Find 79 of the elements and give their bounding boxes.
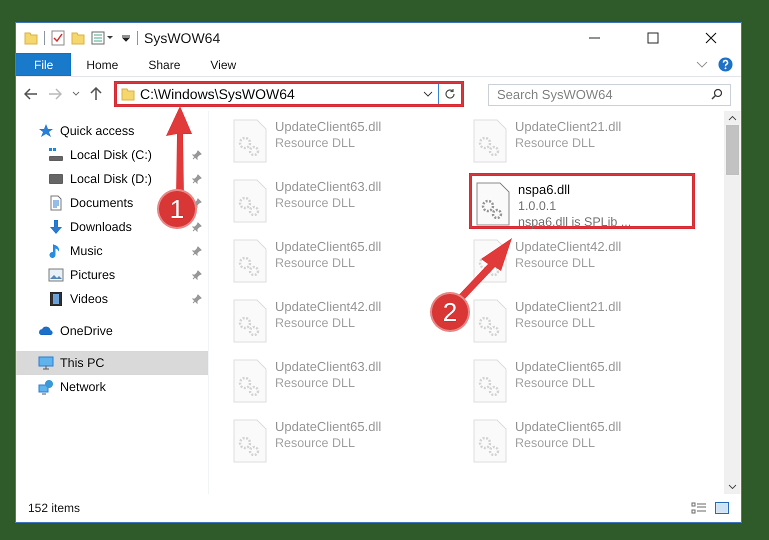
file-detail: Resource DLL (515, 435, 596, 451)
folder-icon[interactable] (24, 31, 38, 45)
file-detail: Resource DLL (515, 375, 596, 391)
file-tile[interactable]: nspa6.dll 1.0.0.1 nspa6.dll is SPLib ... (469, 173, 695, 229)
pc-icon (38, 355, 54, 371)
chevron-down-icon[interactable] (72, 91, 80, 97)
file-name: UpdateClient65.dll (275, 119, 382, 135)
address-bar[interactable]: C:\Windows\SysWOW64 (114, 81, 464, 107)
nav-item[interactable]: Local Disk (C:) (70, 146, 152, 164)
ribbon-tab[interactable]: Share (133, 53, 196, 76)
chevron-up-icon[interactable] (728, 115, 737, 121)
file-detail: Resource DLL (275, 195, 356, 211)
file-detail: 1.0.0.1 (518, 198, 558, 214)
chevron-down-icon[interactable] (423, 90, 433, 98)
window-title: SysWOW64 (144, 28, 220, 48)
pin-icon[interactable] (192, 174, 202, 184)
file-detail: Resource DLL (275, 135, 356, 151)
nav-item[interactable]: Documents (70, 194, 134, 212)
file-detail: Resource DLL (275, 435, 356, 451)
file-name: nspa6.dll (518, 182, 572, 198)
file-detail: Resource DLL (275, 255, 356, 271)
up-arrow-icon[interactable] (90, 87, 102, 101)
file-name: UpdateClient65.dll (275, 239, 382, 255)
ribbon-tab[interactable]: Home (71, 53, 134, 76)
file-name: UpdateClient63.dll (275, 179, 382, 195)
pics-icon (48, 267, 64, 283)
nav-item[interactable]: Music (70, 242, 103, 260)
scrollbar[interactable] (724, 111, 741, 494)
nav-item[interactable]: Network (60, 378, 106, 396)
new-folder-icon[interactable] (71, 31, 85, 45)
details-view-icon[interactable] (691, 502, 707, 514)
folder-icon (121, 87, 135, 101)
pin-icon[interactable] (192, 294, 202, 304)
address-path: C:\Windows\SysWOW64 (140, 84, 295, 104)
nav-item[interactable]: Downloads (70, 218, 132, 236)
item-count: 152 items (28, 500, 80, 517)
help-icon[interactable] (718, 57, 733, 72)
ribbon-tab[interactable]: View (195, 53, 252, 76)
refresh-icon[interactable] (444, 88, 456, 100)
file-name: UpdateClient42.dll (275, 299, 382, 315)
search-icon (711, 88, 723, 100)
file-name: UpdateClient42.dll (515, 239, 622, 255)
pin-icon[interactable] (192, 222, 202, 232)
pin-icon[interactable] (192, 246, 202, 256)
file-detail: Resource DLL (275, 315, 356, 331)
nav-item[interactable]: This PC (16, 351, 208, 375)
tiles-view-icon[interactable] (715, 502, 729, 514)
file-detail: Resource DLL (275, 375, 356, 391)
close-icon[interactable] (705, 32, 717, 44)
maximize-icon[interactable] (647, 32, 659, 44)
file-detail: Resource DLL (515, 315, 596, 331)
scrollbar-thumb[interactable] (726, 125, 739, 175)
nav-item[interactable]: Quick access (60, 122, 134, 140)
pin-icon[interactable] (192, 270, 202, 280)
file-name: UpdateClient21.dll (515, 119, 622, 135)
pin-icon[interactable] (192, 150, 202, 160)
nav-item[interactable]: Local Disk (D:) (70, 170, 152, 188)
nav-item[interactable]: OneDrive (60, 322, 113, 340)
file-detail: Resource DLL (515, 135, 596, 151)
search-field[interactable]: Search SysWOW64 (488, 84, 731, 106)
properties-icon[interactable] (51, 30, 65, 46)
file-name: UpdateClient65.dll (515, 419, 622, 435)
file-name: UpdateClient63.dll (275, 359, 382, 375)
nav-item[interactable]: Pictures (70, 266, 116, 284)
file-detail: Resource DLL (515, 255, 596, 271)
chevron-down-icon[interactable] (728, 484, 737, 490)
dropdown-icon[interactable] (121, 33, 131, 43)
nav-item[interactable]: Videos (70, 290, 108, 308)
file-name: UpdateClient65.dll (275, 419, 382, 435)
file-detail: nspa6.dll is SPLib ... (518, 214, 632, 230)
customize-icon[interactable] (91, 31, 115, 45)
file-name: UpdateClient65.dll (515, 359, 622, 375)
ribbon-tab[interactable]: File (16, 53, 72, 76)
videos-icon (48, 291, 64, 307)
docs-icon (48, 195, 64, 211)
back-arrow-icon[interactable] (24, 88, 38, 100)
forward-arrow-icon[interactable] (48, 88, 62, 100)
file-name: UpdateClient21.dll (515, 299, 622, 315)
gear-file-icon[interactable] (476, 182, 510, 226)
